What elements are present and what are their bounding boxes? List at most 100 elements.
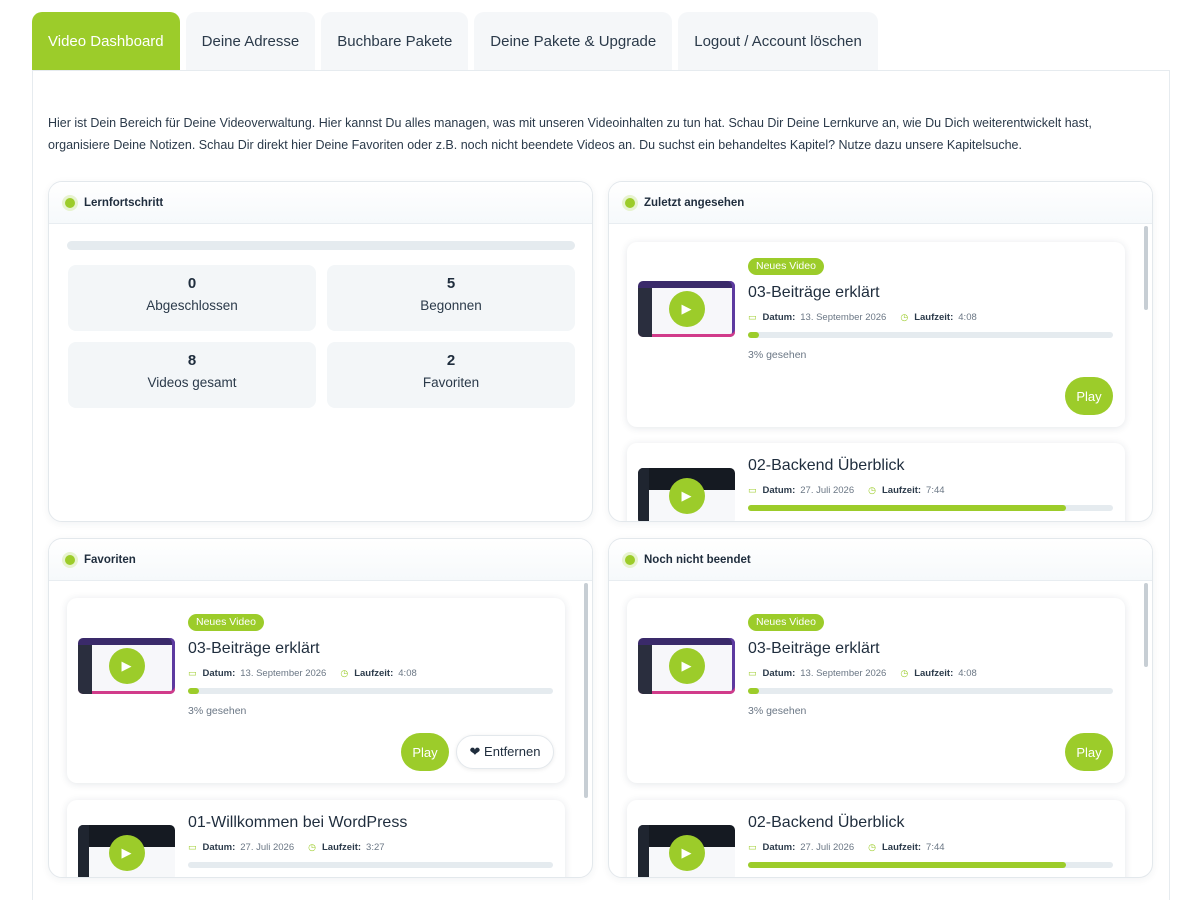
card-header: Favoriten	[49, 539, 592, 581]
stat-started: 5 Begonnen	[327, 265, 575, 331]
video-date: 27. Juli 2026	[240, 842, 295, 853]
play-icon[interactable]: ▶	[668, 648, 705, 684]
video-thumbnail[interactable]: ▶	[78, 638, 175, 694]
video-progress-bar	[748, 862, 1113, 868]
video-thumbnail[interactable]: ▶	[638, 281, 735, 337]
duration-label: Laufzeit:	[914, 668, 954, 679]
status-dot-icon	[625, 197, 635, 208]
scrollbar[interactable]	[1144, 226, 1148, 310]
stat-label: Videos gesamt	[147, 375, 237, 390]
duration-label: Laufzeit:	[354, 668, 394, 679]
date-label: Datum:	[762, 485, 796, 496]
tab-video-dashboard[interactable]: Video Dashboard	[32, 12, 180, 70]
video-meta: ▭ Datum: 27. Juli 2026 ◷ Laufzeit: 3:27	[188, 842, 385, 853]
tab-logout-account[interactable]: Logout / Account löschen	[678, 12, 878, 70]
overall-progress-bar	[67, 241, 575, 250]
date-label: Datum:	[762, 668, 796, 679]
intro-text: Hier ist Dein Bereich für Deine Videover…	[48, 116, 1092, 152]
card-header: Lernfortschritt	[49, 182, 592, 224]
video-title[interactable]: 02-Backend Überblick	[748, 814, 905, 832]
duration-label: Laufzeit:	[914, 312, 954, 323]
scrollbar[interactable]	[584, 583, 588, 798]
clock-icon: ◷	[340, 668, 349, 678]
duration-label: Laufzeit:	[321, 842, 362, 853]
calendar-icon: ▭	[188, 842, 197, 852]
video-title[interactable]: 03-Beiträge erklärt	[188, 640, 320, 658]
seen-percentage: 3% gesehen	[188, 705, 247, 717]
new-video-badge: Neues Video	[748, 258, 824, 275]
video-title[interactable]: 01-Willkommen bei WordPress	[188, 814, 407, 832]
video-date: 27. Juli 2026	[800, 485, 855, 496]
status-dot-icon	[625, 554, 635, 565]
video-date: 13. September 2026	[800, 668, 887, 679]
new-video-badge: Neues Video	[748, 614, 824, 631]
video-title[interactable]: 03-Beiträge erklärt	[748, 284, 880, 302]
video-date: 13. September 2026	[240, 668, 327, 679]
tab-buchbare-pakete[interactable]: Buchbare Pakete	[321, 12, 469, 70]
video-meta: ▭ Datum: 27. Juli 2026 ◷ Laufzeit: 7:44	[748, 485, 945, 496]
tab-deine-adresse[interactable]: Deine Adresse	[185, 12, 316, 70]
video-progress-fill	[748, 332, 759, 338]
stat-favorites: 2 Favoriten	[327, 342, 575, 408]
play-button[interactable]: Play	[1065, 377, 1113, 415]
play-button[interactable]: Play	[1065, 733, 1113, 771]
card-header: Zuletzt angesehen	[609, 182, 1152, 224]
video-title[interactable]: 02-Backend Überblick	[748, 457, 905, 475]
scrollbar[interactable]	[1144, 583, 1148, 667]
video-progress-bar	[188, 862, 553, 868]
video-progress-bar	[748, 505, 1113, 511]
video-list[interactable]: ▶ Neues Video 03-Beiträge erklärt ▭ Datum…	[609, 225, 1152, 521]
card-title: Noch nicht beendet	[644, 553, 751, 566]
video-thumbnail[interactable]: ▶	[638, 468, 735, 521]
video-date: 27. Juli 2026	[800, 842, 855, 853]
video-list[interactable]: ▶ Neues Video 03-Beiträge erklärt ▭ Datum…	[49, 582, 592, 877]
remove-favorite-button[interactable]: ❤ Entfernen	[456, 735, 554, 769]
video-progress-fill	[748, 862, 1066, 868]
video-progress-bar	[188, 688, 553, 694]
calendar-icon: ▭	[188, 668, 197, 678]
unfinished-card: Noch nicht beendet ▶ Neues Video 03-Beit…	[608, 538, 1153, 878]
status-dot-icon	[65, 197, 75, 208]
video-meta: ▭ Datum: 13. September 2026 ◷ Laufzeit: 4:08	[188, 668, 417, 679]
video-duration: 4:08	[398, 668, 417, 679]
tab-deine-pakete-upgrade[interactable]: Deine Pakete & Upgrade	[474, 12, 673, 70]
video-progress-fill	[748, 505, 1066, 511]
video-thumbnail[interactable]: ▶	[638, 825, 735, 877]
video-list[interactable]: ▶ Neues Video 03-Beiträge erklärt ▭ Datum…	[609, 582, 1152, 877]
video-progress-fill	[188, 688, 199, 694]
video-duration: 4:08	[958, 668, 977, 679]
video-title[interactable]: 03-Beiträge erklärt	[748, 640, 880, 658]
tab-bar: Video Dashboard Deine Adresse Buchbare P…	[32, 12, 878, 70]
stat-label: Abgeschlossen	[146, 298, 238, 313]
clock-icon: ◷	[308, 842, 316, 852]
date-label: Datum:	[762, 842, 796, 853]
calendar-icon: ▭	[748, 842, 757, 852]
video-thumbnail[interactable]: ▶	[78, 825, 175, 877]
stat-label: Favoriten	[422, 375, 480, 390]
video-card: ▶ 01-Willkommen bei WordPress ▭ Datum: 27.…	[67, 800, 565, 877]
play-icon[interactable]: ▶	[108, 648, 145, 684]
play-icon[interactable]: ▶	[108, 835, 145, 871]
video-duration: 7:44	[926, 842, 945, 853]
clock-icon: ◷	[868, 842, 876, 852]
video-duration: 7:44	[926, 485, 945, 496]
video-duration: 4:08	[958, 312, 977, 323]
new-video-badge: Neues Video	[188, 614, 264, 631]
learning-progress-card: Lernfortschritt 0 Abgeschlossen 5 Begonn…	[48, 181, 593, 522]
status-dot-icon	[65, 554, 75, 565]
video-thumbnail[interactable]: ▶	[638, 638, 735, 694]
video-card: ▶ Neues Video 03-Beiträge erklärt ▭ Datum…	[627, 242, 1125, 427]
video-duration: 3:27	[366, 842, 385, 853]
video-card: ▶ 02-Backend Überblick ▭ Datum: 27. Juli 2…	[627, 443, 1125, 521]
video-card: ▶ 02-Backend Überblick ▭ Datum: 27. Juli 2…	[627, 800, 1125, 877]
play-icon[interactable]: ▶	[668, 835, 705, 871]
date-label: Datum:	[762, 312, 796, 323]
video-card: ▶ Neues Video 03-Beiträge erklärt ▭ Datum…	[627, 598, 1125, 783]
video-date: 13. September 2026	[800, 312, 887, 323]
play-icon[interactable]: ▶	[668, 291, 705, 327]
play-icon[interactable]: ▶	[668, 478, 705, 514]
card-title: Lernfortschritt	[84, 196, 164, 209]
calendar-icon: ▭	[748, 312, 757, 322]
play-button[interactable]: Play	[401, 733, 449, 771]
clock-icon: ◷	[868, 485, 876, 495]
